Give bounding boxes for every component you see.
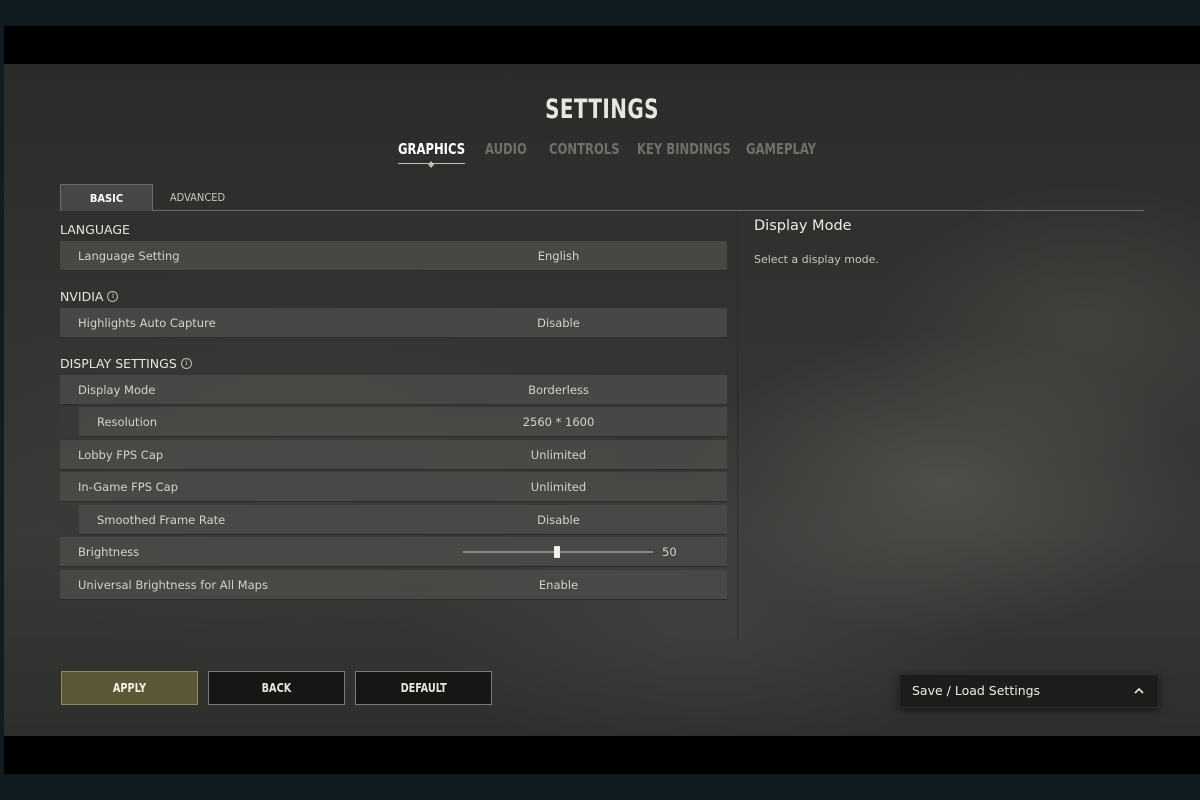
tab-gameplay[interactable]: GAMEPLAY [746, 140, 816, 158]
section-language-title: LANGUAGE [60, 222, 130, 237]
description-title: Display Mode [754, 218, 852, 234]
tab-graphics-label: GRAPHICS [398, 140, 466, 158]
tab-audio-label: AUDIO [485, 140, 527, 158]
row-value: Disable [537, 316, 580, 330]
description-text: Select a display mode. [754, 253, 879, 266]
info-icon[interactable]: i [180, 358, 192, 369]
info-icon[interactable]: i [107, 291, 119, 302]
row-brightness[interactable]: Brightness 50 [60, 537, 727, 567]
row-universal-brightness[interactable]: Universal Brightness for All Maps Enable [60, 570, 727, 600]
tab-key-bindings-label: KEY BINDINGS [637, 140, 731, 158]
brightness-slider-handle[interactable] [554, 546, 560, 558]
brightness-value: 50 [662, 545, 677, 559]
back-button-label: BACK [261, 681, 292, 695]
row-smoothed-frame-rate[interactable]: Smoothed Frame Rate Disable [60, 505, 727, 535]
row-value: English [537, 249, 580, 263]
default-button-label: DEFAULT [400, 681, 447, 695]
row-value: Unlimited [530, 480, 587, 494]
row-lobby-fps-cap[interactable]: Lobby FPS Cap Unlimited [60, 440, 727, 470]
section-display-title: DISPLAY SETTINGS [60, 356, 177, 371]
apply-button[interactable]: APPLY [61, 671, 198, 705]
subtab-advanced[interactable]: ADVANCED [155, 184, 240, 210]
row-value: Borderless [528, 383, 589, 397]
row-highlights-auto-capture[interactable]: Highlights Auto Capture Disable [60, 308, 727, 338]
section-nvidia: NVIDIA i [60, 289, 119, 304]
page-title: SETTINGS [545, 94, 659, 125]
row-value: Enable [538, 578, 579, 592]
tab-controls[interactable]: CONTROLS [549, 140, 620, 158]
panel-divider [737, 212, 738, 640]
tab-gameplay-label: GAMEPLAY [746, 140, 817, 158]
subtab-basic[interactable]: BASIC [60, 184, 153, 211]
row-display-mode[interactable]: Display Mode Borderless [60, 375, 727, 405]
tab-graphics[interactable]: GRAPHICS [398, 140, 466, 169]
save-load-settings-dropdown[interactable]: Save / Load Settings [899, 674, 1159, 708]
row-label: Brightness [78, 545, 140, 559]
back-button[interactable]: BACK [208, 671, 345, 705]
row-ingame-fps-cap[interactable]: In-Game FPS Cap Unlimited [60, 472, 727, 502]
tab-controls-label: CONTROLS [549, 140, 620, 158]
section-display-settings: DISPLAY SETTINGS i [60, 356, 192, 371]
tab-key-bindings[interactable]: KEY BINDINGS [637, 140, 731, 158]
tab-audio[interactable]: AUDIO [485, 140, 527, 158]
default-button[interactable]: DEFAULT [355, 671, 492, 705]
row-resolution[interactable]: Resolution 2560 * 1600 [60, 407, 727, 437]
row-value: Disable [537, 513, 580, 527]
settings-screen: SETTINGS GRAPHICS AUDIO CONTROLS KEY BIN… [4, 64, 1200, 736]
section-nvidia-title: NVIDIA [60, 289, 104, 304]
row-value: Unlimited [530, 448, 587, 462]
save-load-label: Save / Load Settings [912, 683, 1041, 698]
chevron-up-icon [1134, 687, 1144, 694]
apply-button-label: APPLY [112, 681, 147, 695]
row-value: 2560 * 1600 [522, 415, 595, 429]
row-language-setting[interactable]: Language Setting English [60, 241, 727, 271]
sub-tabs: BASIC ADVANCED [60, 182, 1144, 211]
section-language: LANGUAGE [60, 222, 130, 237]
